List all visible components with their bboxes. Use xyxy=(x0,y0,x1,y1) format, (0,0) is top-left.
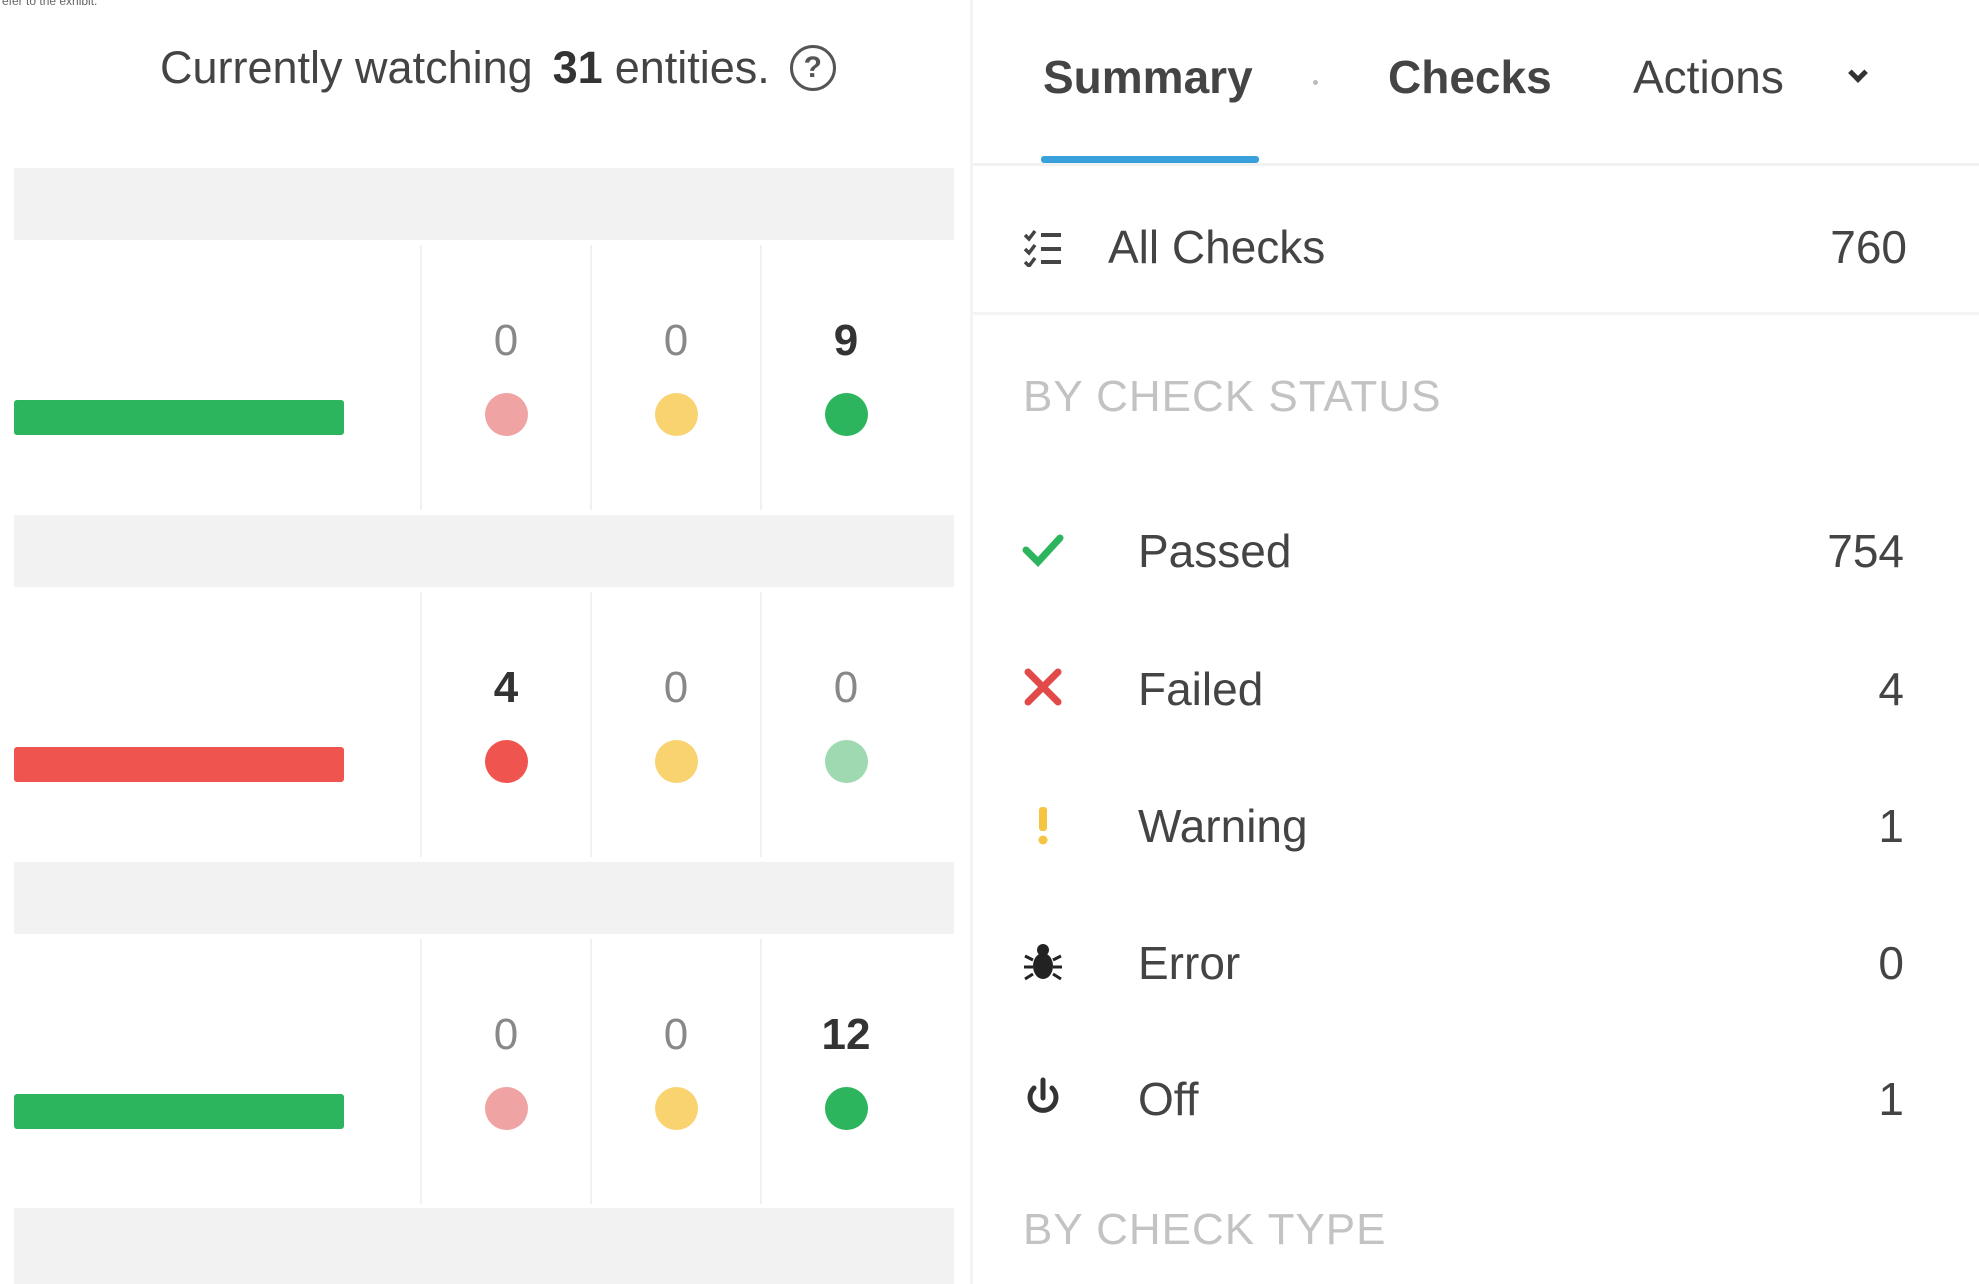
status-count-error: 0 xyxy=(1878,937,1904,989)
tab-summary[interactable]: Summary xyxy=(1043,50,1253,104)
failed-dot xyxy=(484,1087,528,1130)
power-icon xyxy=(1027,1077,1059,1113)
status-label-failed: Failed xyxy=(1138,663,1264,715)
row-spacer xyxy=(14,1208,954,1284)
passed-dot xyxy=(824,740,868,783)
watch-count: 31 xyxy=(552,42,603,93)
warning-count-col[interactable]: 0 xyxy=(590,939,760,1204)
tab-separator xyxy=(1313,80,1318,85)
passed-count: 9 xyxy=(833,316,859,365)
watch-suffix: entities. xyxy=(614,42,770,93)
failed-dot xyxy=(484,740,528,783)
status-label-off: Off xyxy=(1138,1073,1199,1125)
passed-dot xyxy=(824,393,868,436)
passed-dot xyxy=(824,1087,868,1130)
cropped-caption: efer to the exhibit. xyxy=(2,0,98,8)
tab-bar: Summary Checks Actions xyxy=(973,0,1979,166)
help-circle-icon[interactable]: ? xyxy=(789,45,836,91)
cross-icon xyxy=(1024,668,1062,706)
warning-count: 0 xyxy=(663,663,689,712)
failed-count: 0 xyxy=(493,1010,519,1059)
warning-dot xyxy=(654,740,698,783)
passed-count: 12 xyxy=(821,1010,871,1059)
failed-count: 4 xyxy=(493,663,519,712)
passed-count: 0 xyxy=(833,663,859,712)
all-checks-row[interactable]: All Checks 760 xyxy=(973,185,1979,315)
watch-header: Currently watching 31 entities. ? xyxy=(160,42,836,94)
status-label-passed: Passed xyxy=(1138,525,1292,577)
status-count-passed: 754 xyxy=(1827,525,1904,577)
failed-dot xyxy=(484,393,528,436)
failed-count: 0 xyxy=(493,316,519,365)
failed-count-col[interactable]: 0 xyxy=(420,939,590,1204)
status-row-warning[interactable]: Warning 1 xyxy=(973,787,1979,867)
active-tab-indicator xyxy=(1041,156,1259,163)
status-count-warning: 1 xyxy=(1878,800,1904,852)
tab-checks[interactable]: Checks xyxy=(1388,50,1552,104)
status-row-off[interactable]: Off 1 xyxy=(973,1060,1979,1140)
summary-pane: Summary Checks Actions All Checks 760 BY… xyxy=(973,0,1979,1284)
status-row-passed[interactable]: Passed 754 xyxy=(973,512,1979,592)
warning-dot xyxy=(654,1087,698,1130)
failed-count-col[interactable]: 0 xyxy=(420,245,590,510)
warning-count-col[interactable]: 0 xyxy=(590,592,760,857)
all-checks-count: 760 xyxy=(1830,221,1907,273)
status-label-error: Error xyxy=(1138,937,1241,989)
warning-count: 0 xyxy=(663,316,689,365)
warning-count: 0 xyxy=(663,1010,689,1059)
status-counts: 4 0 0 xyxy=(420,592,930,857)
failed-count-col[interactable]: 4 xyxy=(420,592,590,857)
row-spacer xyxy=(14,168,954,240)
passed-count-col[interactable]: 12 xyxy=(760,939,930,1204)
list-icon xyxy=(1023,229,1061,267)
tab-actions[interactable]: Actions xyxy=(1633,50,1784,104)
status-label-warning: Warning xyxy=(1138,800,1308,852)
health-bar xyxy=(14,747,344,782)
row-spacer xyxy=(14,862,954,934)
all-checks-label: All Checks xyxy=(1108,221,1326,273)
status-row-failed[interactable]: Failed 4 xyxy=(973,650,1979,730)
status-count-off: 1 xyxy=(1878,1073,1904,1125)
entity-list-pane: efer to the exhibit. Currently watching … xyxy=(0,0,970,1284)
health-bar xyxy=(14,1094,344,1129)
status-counts: 0 0 12 xyxy=(420,939,930,1204)
exclamation-icon xyxy=(1038,807,1048,845)
status-counts: 0 0 9 xyxy=(420,245,930,510)
section-title-status: BY CHECK STATUS xyxy=(1023,372,1442,421)
status-count-failed: 4 xyxy=(1878,663,1904,715)
warning-dot xyxy=(654,393,698,436)
check-icon xyxy=(1022,534,1064,568)
passed-count-col[interactable]: 0 xyxy=(760,592,930,857)
bug-icon xyxy=(1024,944,1062,981)
section-title-type: BY CHECK TYPE xyxy=(1023,1205,1387,1254)
status-row-error[interactable]: Error 0 xyxy=(973,924,1979,1004)
warning-count-col[interactable]: 0 xyxy=(590,245,760,510)
row-spacer xyxy=(14,515,954,587)
health-bar xyxy=(14,400,344,435)
passed-count-col[interactable]: 9 xyxy=(760,245,930,510)
chevron-down-icon[interactable] xyxy=(1848,63,1868,83)
watch-prefix: Currently watching xyxy=(160,42,533,93)
